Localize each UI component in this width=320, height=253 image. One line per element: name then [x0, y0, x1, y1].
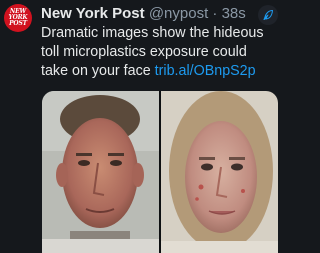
media-photo-woman[interactable]	[161, 91, 278, 253]
tweet-media[interactable]	[42, 91, 278, 253]
avatar-text-line-3: POST	[9, 20, 27, 27]
author-name[interactable]: New York Post	[41, 5, 145, 22]
author-handle[interactable]: @nypost	[149, 5, 208, 22]
separator: ·	[212, 5, 218, 22]
timestamp[interactable]: 38s	[222, 5, 246, 22]
tweet-text: Dramatic images show the hideous toll mi…	[41, 24, 277, 81]
feather-icon	[263, 10, 273, 20]
avatar[interactable]: NEW YORK POST	[4, 4, 32, 32]
tweet-link[interactable]: trib.al/OBnpS2p	[155, 63, 256, 79]
feather-compose-icon[interactable]	[258, 5, 278, 25]
tweet-header: New York Post @nypost · 38s	[41, 5, 253, 25]
media-photo-man[interactable]	[42, 91, 159, 253]
